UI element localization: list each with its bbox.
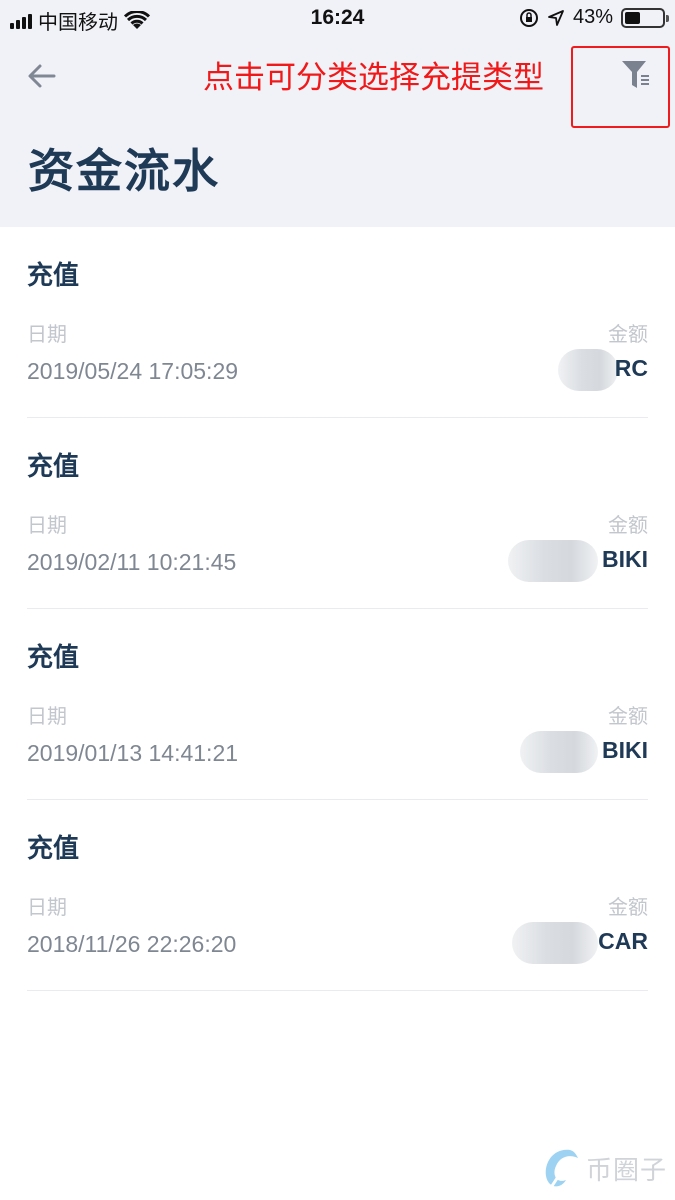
record-type: 充值 xyxy=(27,260,80,290)
record-amount: RC xyxy=(614,355,648,381)
record-amount: BIKI xyxy=(602,546,648,572)
amount-label: 金额 xyxy=(608,706,648,728)
header-area: 中国移动 16:24 43% 点击可分类选择充提类型 资金流水 xyxy=(0,0,675,227)
date-label: 日期 xyxy=(27,706,67,728)
watermark-text: 币圈子 xyxy=(585,1154,667,1185)
nav-bar: 点击可分类选择充提类型 xyxy=(0,40,675,128)
redacted-amount xyxy=(508,540,598,582)
date-label: 日期 xyxy=(27,324,67,346)
amount-label: 金额 xyxy=(608,515,648,537)
record-amount: BIKI xyxy=(602,737,648,763)
record-type: 充值 xyxy=(27,451,80,481)
status-right: 43% xyxy=(519,6,669,29)
record-date: 2019/02/11 10:21:45 xyxy=(27,549,237,575)
list-item[interactable]: 充值 日期 金额 2019/01/13 14:41:21 BIKI xyxy=(27,609,648,800)
record-date: 2018/11/26 22:26:20 xyxy=(27,931,237,957)
record-amount: CAR xyxy=(598,928,648,954)
location-icon xyxy=(548,9,564,26)
status-bar: 中国移动 16:24 43% xyxy=(0,0,675,38)
page-title: 资金流水 xyxy=(28,145,220,197)
back-arrow-icon[interactable] xyxy=(22,58,62,98)
redacted-amount xyxy=(520,731,598,773)
list-item[interactable]: 充值 日期 金额 2018/11/26 22:26:20 CAR xyxy=(27,800,648,991)
date-label: 日期 xyxy=(27,897,67,919)
amount-label: 金额 xyxy=(608,897,648,919)
record-date: 2019/05/24 17:05:29 xyxy=(27,358,239,384)
redacted-amount xyxy=(558,349,618,391)
date-label: 日期 xyxy=(27,515,67,537)
amount-label: 金额 xyxy=(608,324,648,346)
watermark: 币圈子 xyxy=(540,1144,667,1192)
record-type: 充值 xyxy=(27,642,80,672)
record-type: 充值 xyxy=(27,833,80,863)
annotation-text: 点击可分类选择充提类型 xyxy=(203,60,544,95)
transaction-list: 充值 日期 金额 2019/05/24 17:05:29 RC 充值 日期 金额… xyxy=(0,227,675,991)
list-item[interactable]: 充值 日期 金额 2019/02/11 10:21:45 BIKI xyxy=(27,418,648,609)
watermark-logo-icon xyxy=(545,1149,578,1187)
redacted-amount xyxy=(512,922,598,964)
list-item[interactable]: 充值 日期 金额 2019/05/24 17:05:29 RC xyxy=(27,227,648,418)
battery-percent: 43% xyxy=(572,6,613,28)
filter-icon[interactable] xyxy=(620,58,656,94)
battery-icon xyxy=(621,7,669,28)
rotation-lock-icon xyxy=(519,8,538,27)
record-date: 2019/01/13 14:41:21 xyxy=(27,740,239,766)
